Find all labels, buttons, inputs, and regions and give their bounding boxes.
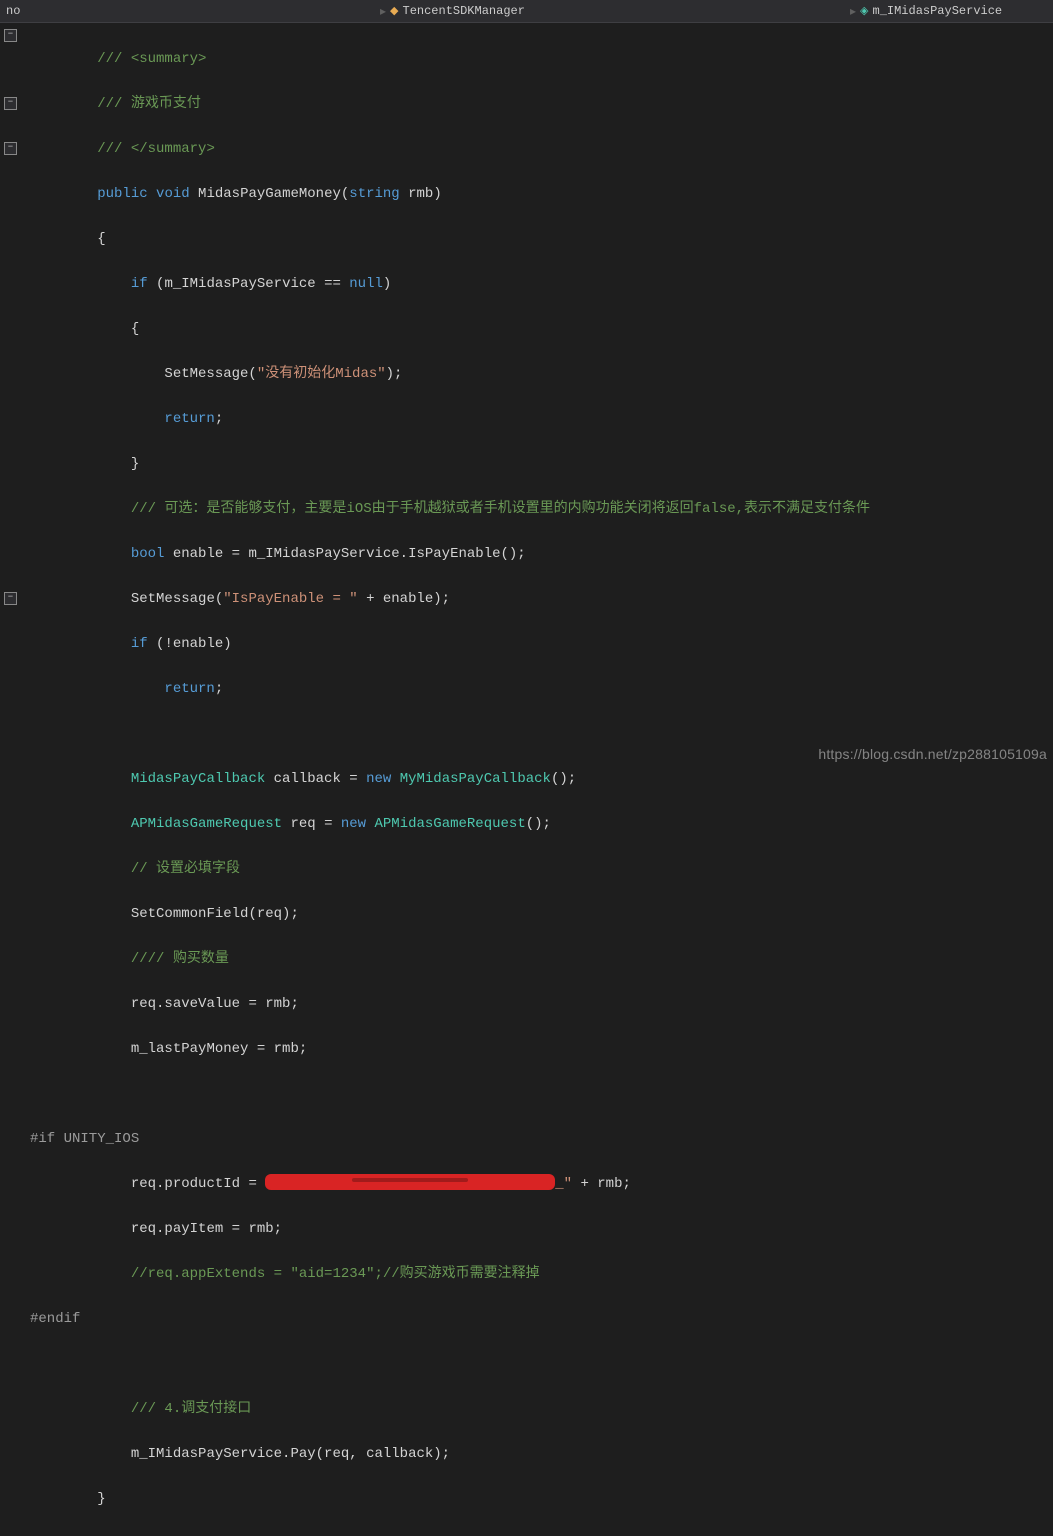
code-text: MidasPayCallback: [131, 771, 265, 787]
code-text: if: [131, 276, 148, 292]
crumb-left[interactable]: no: [0, 4, 26, 18]
chevron-right-icon: ▸: [850, 4, 856, 19]
code-text: ): [383, 276, 391, 292]
fold-toggle[interactable]: −: [4, 142, 17, 155]
code-text: /// </summary>: [97, 141, 215, 157]
code-text: {: [97, 231, 105, 247]
code-text: (!enable): [148, 636, 232, 652]
crumb-right-label: m_IMidasPayService: [873, 4, 1003, 18]
code-text: MyMidasPayCallback: [391, 771, 551, 787]
code-text: string: [349, 186, 399, 202]
code-text: rmb): [400, 186, 442, 202]
code-text: req.productId =: [131, 1176, 265, 1192]
code-text: null: [349, 276, 383, 292]
editor: − − − − /// <summary> /// 游戏币支付 /// </su…: [0, 23, 1053, 769]
code-text: //req.appExtends = "aid=1234";: [131, 1266, 383, 1282]
crumb-right[interactable]: ▸ ◈ m_IMidasPayService: [850, 4, 1002, 19]
code-text: /// 游戏币支付: [97, 96, 201, 112]
code-text: + enable);: [358, 591, 450, 607]
code-text: }: [97, 1491, 105, 1507]
code-text: public: [97, 186, 147, 202]
code-text: "IsPayEnable = ": [223, 591, 357, 607]
code-text: ;: [215, 411, 223, 427]
code-text: APMidasGameRequest: [131, 816, 282, 832]
code-text: bool: [131, 546, 165, 562]
gutter: − − − −: [0, 23, 22, 769]
code-text: req.payItem = rmb;: [131, 1221, 282, 1237]
code-text: /// <summary>: [97, 51, 206, 67]
code-text: return: [164, 411, 214, 427]
code-text: SetMessage(: [164, 366, 256, 382]
code-text: m_lastPayMoney = rmb;: [131, 1041, 307, 1057]
code-text: new: [341, 816, 366, 832]
code-text: m_IMidasPayService.Pay(req, callback);: [131, 1446, 450, 1462]
code-text: ();: [551, 771, 576, 787]
code-text: //// 购买数量: [131, 951, 229, 967]
code-text: req.saveValue = rmb;: [131, 996, 299, 1012]
watermark: https://blog.csdn.net/zp288105109a: [818, 746, 1047, 762]
code-text: + rmb;: [572, 1176, 631, 1192]
code-text: new: [366, 771, 391, 787]
code-area[interactable]: /// <summary> /// 游戏币支付 /// </summary> p…: [22, 23, 1053, 769]
redaction-mark: [265, 1174, 555, 1190]
fold-toggle[interactable]: −: [4, 29, 17, 42]
breadcrumb-bar: no ▸ ◆ TencentSDKManager ▸ ◈ m_IMidasPay…: [0, 0, 1053, 23]
code-text: "没有初始化Midas": [257, 366, 386, 382]
crumb-center-label: TencentSDKManager: [403, 4, 525, 18]
code-text: APMidasGameRequest: [366, 816, 526, 832]
code-text: SetCommonField(req);: [131, 906, 299, 922]
code-text: #endif: [30, 1311, 80, 1327]
code-text: (m_IMidasPayService ==: [148, 276, 350, 292]
code-text: ;: [215, 681, 223, 697]
field-icon: ◈: [860, 4, 868, 18]
fold-toggle[interactable]: −: [4, 592, 17, 605]
code-text: enable = m_IMidasPayService.IsPayEnable(…: [164, 546, 525, 562]
code-text: /// 可选：是否能够支付，主要是iOS由于手机越狱或者手机设置里的内购功能关闭…: [131, 501, 870, 517]
code-text: #if UNITY_IOS: [30, 1131, 139, 1147]
crumb-center[interactable]: ▸ ◆ TencentSDKManager: [380, 4, 525, 19]
class-icon: ◆: [390, 4, 398, 18]
code-text: _": [555, 1176, 572, 1192]
code-text: req =: [282, 816, 341, 832]
code-text: {: [131, 321, 139, 337]
code-text: ();: [526, 816, 551, 832]
code-text: /// 4.调支付接口: [131, 1401, 251, 1417]
code-text: // 设置必填字段: [131, 861, 240, 877]
code-text: void: [156, 186, 190, 202]
code-text: SetMessage(: [131, 591, 223, 607]
code-text: }: [131, 456, 139, 472]
code-text: if: [131, 636, 148, 652]
fold-toggle[interactable]: −: [4, 97, 17, 110]
code-text: callback =: [265, 771, 366, 787]
code-text: MidasPayGameMoney(: [190, 186, 350, 202]
code-text: return: [164, 681, 214, 697]
chevron-right-icon: ▸: [380, 4, 386, 19]
code-text: );: [386, 366, 403, 382]
code-text: //购买游戏币需要注释掉: [383, 1266, 540, 1282]
